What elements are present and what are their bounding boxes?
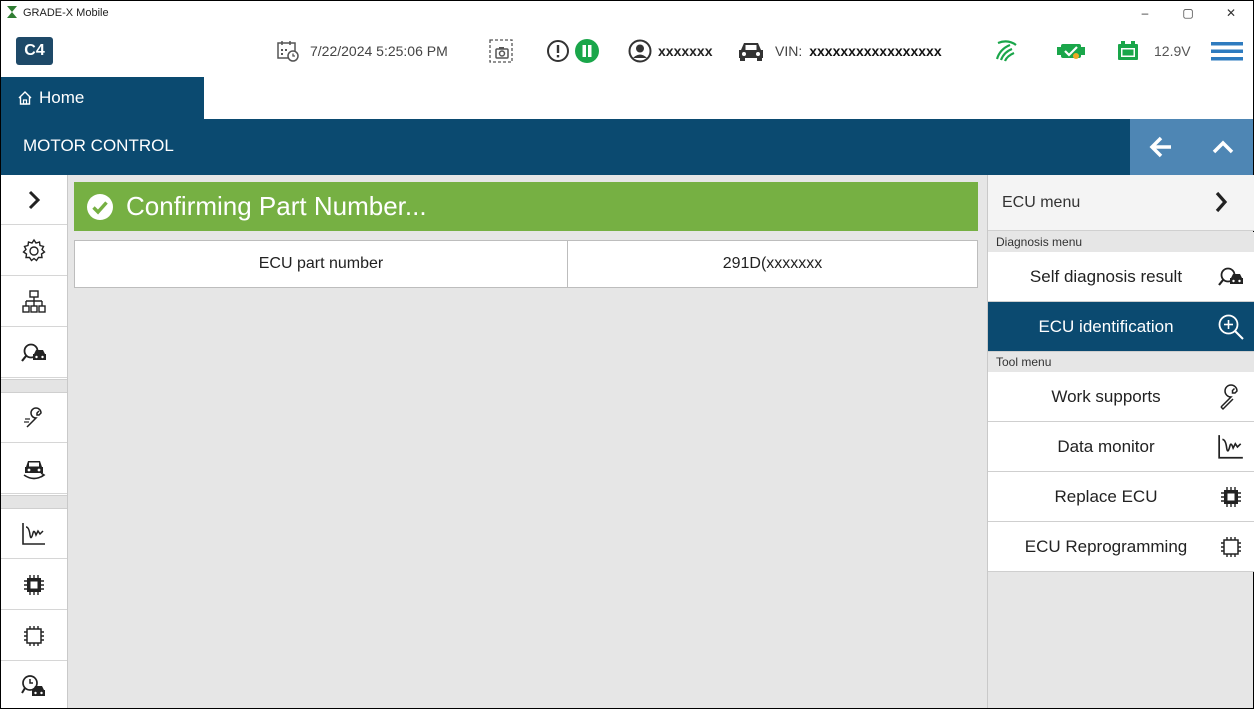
ecu-part-number-label: ECU part number [75,241,568,287]
chip-filled-icon [1216,482,1246,512]
signal-icon [995,40,1017,62]
pause-button[interactable] [574,25,600,77]
title-bar: GRADE-X Mobile – ▢ ✕ [1,1,1253,25]
ecu-menu-title: ECU menu [1002,193,1081,211]
left-sidebar [1,175,68,708]
data-monitor-icon [1216,432,1246,462]
menu-item-ecu-identification[interactable]: ECU identification [988,302,1254,352]
menu-item-label: Work supports [1051,387,1161,406]
screenshot-button[interactable] [488,25,514,77]
user-display[interactable]: xxxxxxx [628,25,713,77]
menu-item-work-supports[interactable]: Work supports [988,372,1254,422]
chevron-right-icon [28,190,41,209]
chevron-right-icon [1215,191,1228,213]
vehicle-history-icon [21,675,45,696]
chip-outline-icon [1216,532,1246,562]
network-topology-icon [22,289,46,313]
menu-item-self-diagnosis[interactable]: Self diagnosis result [988,252,1254,302]
diagnosis-menu-caption: Diagnosis menu [988,232,1254,252]
vin-value: xxxxxxxxxxxxxxxxx [809,43,942,59]
section-title: MOTOR CONTROL [23,136,174,155]
calendar-clock-icon [277,41,299,62]
vin-label: VIN: [775,43,803,59]
sidebar-replace-ecu[interactable] [1,560,67,610]
sidebar-expand-button[interactable] [1,175,67,225]
ecu-part-number-value: 291D(xxxxxxx [722,255,823,272]
tab-home-label: Home [39,88,85,107]
sidebar-ecu-reprogram[interactable] [1,611,67,661]
user-icon [628,39,652,63]
home-icon [18,91,32,105]
sidebar-data-monitor[interactable] [1,509,67,559]
sidebar-network[interactable] [1,277,67,327]
collapse-button[interactable] [1192,119,1253,175]
menu-item-data-monitor[interactable]: Data monitor [988,422,1254,472]
settings-gear-icon [22,238,46,262]
status-banner: Confirming Part Number... [74,182,978,231]
menu-item-label: Replace ECU [1054,487,1158,506]
chevron-up-icon [1212,140,1233,154]
menu-item-label: ECU identification [1038,317,1174,336]
vehicle-search-icon [21,343,46,362]
work-support-wrench-icon [24,406,42,428]
zoom-in-icon [1216,312,1246,342]
nav-tabs: Home [1,77,1253,119]
alert-button[interactable] [546,25,570,77]
ecu-reprogram-chip-icon [24,625,44,646]
app-logo-icon [7,6,17,18]
minimize-button[interactable]: – [1130,3,1160,23]
top-toolbar: C4 7/22/2024 5:25:06 PM xxxxxxx VIN: xxx… [1,25,1253,77]
menu-item-label: Data monitor [1057,437,1155,456]
datetime-display: 7/22/2024 5:25:06 PM [276,25,448,77]
menu-item-replace-ecu[interactable]: Replace ECU [988,472,1254,522]
alert-icon [547,40,569,62]
check-circle-icon [87,193,113,220]
close-button[interactable]: ✕ [1216,3,1246,23]
replace-ecu-chip-icon [24,574,44,595]
car-icon [739,43,763,61]
sidebar-separator [1,495,67,509]
screenshot-icon [489,39,513,63]
battery-icon [1118,41,1138,60]
section-header: MOTOR CONTROL [1,119,1253,175]
battery-status: 12.9V [1116,25,1191,77]
window-title: GRADE-X Mobile [23,7,109,19]
vehicle-rotate-icon [23,460,46,479]
datetime-text: 7/22/2024 5:25:06 PM [310,43,448,59]
menu-item-ecu-reprogramming[interactable]: ECU Reprogramming [988,522,1254,572]
ecu-info-table: ECU part number 291D(xxxxxxx [74,240,978,288]
menu-item-label: ECU Reprogramming [1024,537,1188,556]
ecu-menu-panel: ECU menu Diagnosis menu Self diagnosis r… [987,175,1254,708]
battery-voltage: 12.9V [1154,43,1191,59]
arrow-left-icon [1149,136,1171,158]
pause-icon [575,39,599,63]
main-menu-button[interactable] [1210,25,1244,77]
vin-display: VIN: xxxxxxxxxxxxxxxxx [737,25,942,77]
menu-item-label: Self diagnosis result [1029,267,1183,286]
ecu-menu-header[interactable]: ECU menu [988,175,1254,231]
c4-logo[interactable]: C4 [16,37,53,65]
maximize-button[interactable]: ▢ [1173,3,1203,23]
sidebar-vehicle-rotate[interactable] [1,444,67,494]
connection-status[interactable] [994,25,1020,77]
app-window: GRADE-X Mobile – ▢ ✕ C4 7/22/2024 5:25:0… [0,0,1254,709]
data-monitor-icon [22,522,45,545]
sidebar-settings[interactable] [1,226,67,276]
vci-icon [1057,44,1085,59]
wrench-icon [1216,382,1246,412]
back-button[interactable] [1130,119,1192,175]
status-banner-text: Confirming Part Number... [126,191,427,221]
vci-status[interactable] [1056,25,1086,77]
sidebar-separator [1,379,67,393]
tab-home[interactable]: Home [1,77,204,119]
main-content: Confirming Part Number... ECU part numbe… [68,175,987,708]
vehicle-search-icon [1216,262,1246,292]
sidebar-vehicle-search[interactable] [1,328,67,378]
sidebar-work-support[interactable] [1,393,67,443]
sidebar-vehicle-history[interactable] [1,662,67,712]
user-name: xxxxxxx [658,43,713,59]
tool-menu-caption: Tool menu [988,352,1254,372]
hamburger-menu-icon [1211,42,1243,61]
